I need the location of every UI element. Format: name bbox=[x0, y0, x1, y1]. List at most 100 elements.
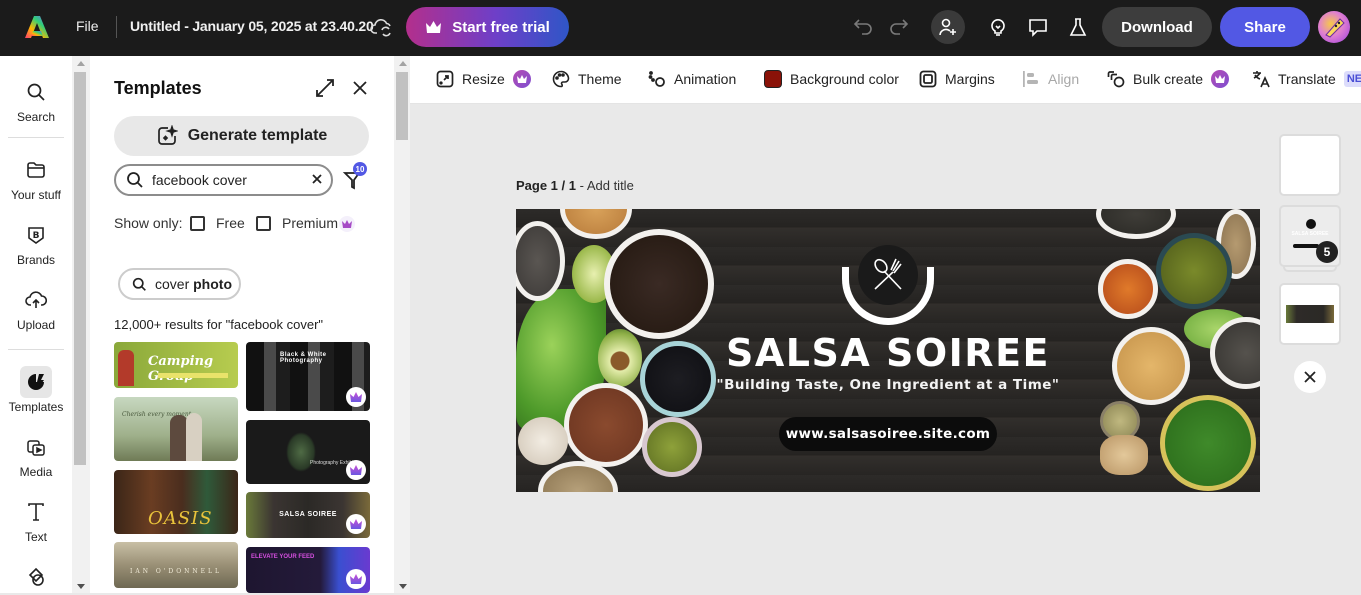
download-button[interactable]: Download bbox=[1102, 7, 1212, 47]
template-card[interactable]: Camping Group bbox=[114, 342, 238, 388]
media-icon bbox=[20, 431, 52, 463]
palette-icon bbox=[552, 70, 570, 88]
panel-scrollbar[interactable] bbox=[394, 56, 410, 593]
close-icon[interactable] bbox=[350, 78, 370, 98]
template-title: ELEVATE YOUR FEED bbox=[251, 554, 315, 560]
comment-icon[interactable] bbox=[1026, 15, 1050, 39]
design-tagline[interactable]: "Building Taste, One Ingredient at a Tim… bbox=[516, 377, 1260, 393]
rail-item-templates[interactable]: Templates bbox=[0, 366, 72, 414]
show-only-label: Show only: bbox=[114, 215, 183, 231]
adobe-express-logo[interactable] bbox=[24, 14, 50, 40]
template-search-field[interactable] bbox=[114, 164, 333, 196]
scroll-down-arrow[interactable] bbox=[399, 584, 407, 589]
generate-template-button[interactable]: Generate template bbox=[114, 116, 369, 156]
align-button[interactable]: Align bbox=[1022, 70, 1079, 88]
template-card[interactable]: Photography Exhibit bbox=[246, 420, 370, 484]
background-color-label: Background color bbox=[790, 71, 899, 87]
bulk-create-icon bbox=[1107, 71, 1125, 88]
template-search-input[interactable] bbox=[152, 172, 292, 188]
margins-button[interactable]: Margins bbox=[919, 70, 995, 88]
design-brand-name[interactable]: SALSA SOIREE bbox=[516, 331, 1260, 375]
bulk-create-button[interactable]: Bulk create bbox=[1107, 70, 1230, 88]
align-label: Align bbox=[1048, 71, 1080, 87]
scrollbar-thumb[interactable] bbox=[74, 72, 86, 465]
rail-item-brands[interactable]: B Brands bbox=[0, 219, 72, 267]
crown-icon bbox=[426, 21, 442, 33]
scroll-down-arrow[interactable] bbox=[77, 584, 85, 589]
scroll-up-arrow[interactable] bbox=[399, 61, 407, 66]
cloud-sync-icon[interactable] bbox=[370, 16, 394, 38]
panel-title: Templates bbox=[114, 78, 202, 98]
translate-button[interactable]: Translate NEW bbox=[1252, 70, 1361, 88]
layers-count-badge: 5 bbox=[1316, 241, 1338, 263]
close-pages-button[interactable] bbox=[1294, 361, 1326, 393]
template-title: Black & White Photography bbox=[280, 352, 327, 364]
figure bbox=[186, 413, 202, 461]
lightbulb-icon[interactable] bbox=[986, 15, 1010, 39]
premium-badge bbox=[346, 514, 366, 534]
page-thumbnail-blank[interactable] bbox=[1279, 134, 1341, 196]
rail-item-your-stuff[interactable]: Your stuff bbox=[0, 154, 72, 202]
premium-crown-icon bbox=[1211, 70, 1230, 88]
rail-scrollbar[interactable] bbox=[72, 56, 90, 593]
template-card[interactable]: Ian O'Donnell bbox=[114, 542, 238, 588]
free-checkbox[interactable] bbox=[190, 216, 205, 231]
search-icon bbox=[20, 76, 52, 108]
background-color-button[interactable]: Background color bbox=[764, 70, 899, 88]
expand-icon[interactable] bbox=[314, 77, 336, 99]
flask-icon[interactable] bbox=[1066, 15, 1090, 39]
rail-label: Your stuff bbox=[10, 188, 62, 202]
resize-icon bbox=[436, 70, 454, 88]
premium-checkbox[interactable] bbox=[256, 216, 271, 231]
design-canvas[interactable]: SALSA SOIREE "Building Taste, One Ingred… bbox=[516, 209, 1260, 492]
divider bbox=[116, 16, 117, 38]
rail-item-search[interactable]: Search bbox=[0, 76, 72, 124]
page-sep: - bbox=[575, 178, 587, 193]
animation-label: Animation bbox=[674, 71, 737, 87]
invite-button[interactable] bbox=[931, 10, 965, 44]
redo-icon[interactable] bbox=[887, 16, 909, 38]
suggestion-chip-cover-photo[interactable]: cover photo bbox=[118, 268, 241, 300]
red-quinoa-bowl bbox=[564, 383, 648, 467]
leaf-image bbox=[286, 432, 316, 472]
new-badge: NEW bbox=[1343, 71, 1361, 87]
premium-badge bbox=[346, 569, 366, 589]
filter-count-badge: 10 bbox=[353, 162, 367, 176]
left-rail: Search Your stuff B Brands Upload Templa… bbox=[0, 56, 72, 593]
rail-label: Text bbox=[24, 530, 47, 544]
rail-item-text[interactable]: Text bbox=[0, 496, 72, 544]
resize-button[interactable]: Resize bbox=[436, 70, 531, 88]
results-count: 12,000+ results for "facebook cover" bbox=[114, 317, 324, 332]
svg-text:B: B bbox=[33, 231, 40, 241]
close-icon bbox=[1304, 371, 1316, 383]
template-card[interactable]: Black & White Photography bbox=[246, 342, 370, 411]
undo-icon[interactable] bbox=[853, 16, 875, 38]
margins-label: Margins bbox=[945, 71, 995, 87]
start-free-trial-button[interactable]: Start free trial bbox=[406, 7, 569, 47]
avatar[interactable] bbox=[1318, 11, 1350, 43]
add-title-link[interactable]: Add title bbox=[587, 178, 634, 193]
template-card[interactable]: ELEVATE YOUR FEED bbox=[246, 547, 370, 593]
rail-item-shapes[interactable] bbox=[0, 561, 72, 595]
rail-divider bbox=[8, 137, 64, 138]
design-url-pill[interactable]: www.salsasoiree.site.com bbox=[779, 417, 997, 451]
rail-item-media[interactable]: Media bbox=[0, 431, 72, 479]
page-thumbnail-1[interactable] bbox=[1279, 283, 1341, 345]
document-title[interactable]: Untitled - January 05, 2025 at 23.40.20 bbox=[130, 18, 374, 34]
clear-search-icon[interactable] bbox=[311, 173, 323, 185]
scroll-up-arrow[interactable] bbox=[77, 61, 85, 66]
rail-label: Upload bbox=[16, 318, 56, 332]
template-card[interactable]: OASIS bbox=[114, 470, 238, 534]
animation-button[interactable]: Animation bbox=[648, 70, 736, 88]
quinoa-bowl bbox=[604, 229, 714, 339]
scrollbar-thumb[interactable] bbox=[396, 72, 408, 140]
template-card[interactable]: Cherish every moment bbox=[114, 397, 238, 461]
rail-item-upload[interactable]: Upload bbox=[0, 284, 72, 332]
folder-icon bbox=[20, 154, 52, 186]
file-menu[interactable]: File bbox=[76, 18, 99, 34]
share-button[interactable]: Share bbox=[1220, 7, 1310, 47]
margins-icon bbox=[919, 70, 937, 88]
theme-button[interactable]: Theme bbox=[552, 70, 622, 88]
search-icon bbox=[127, 172, 143, 188]
template-card[interactable]: SALSA SOIREE bbox=[246, 492, 370, 538]
